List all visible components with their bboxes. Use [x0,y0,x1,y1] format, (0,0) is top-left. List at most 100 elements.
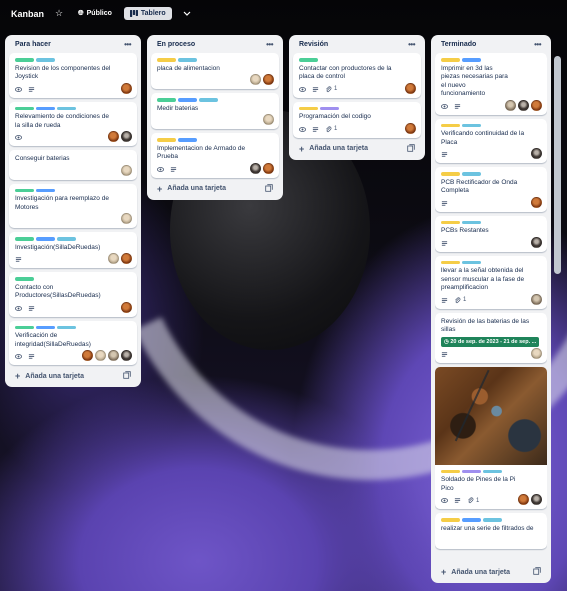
avatar[interactable] [405,82,416,94]
board-view-button[interactable]: Tablero [123,7,172,20]
avatar[interactable] [82,350,93,361]
more-icon[interactable]: ••• [124,40,131,49]
avatar[interactable] [250,162,261,174]
label-teal[interactable] [462,260,481,264]
avatar[interactable] [121,301,132,313]
label-green[interactable] [157,98,176,102]
template-icon[interactable] [265,183,273,194]
avatar[interactable] [505,99,516,111]
avatar[interactable] [121,350,132,361]
card[interactable]: realizar una serie de filtrados de [435,513,547,549]
label-yellow[interactable] [441,172,460,176]
more-icon[interactable]: ••• [408,40,415,49]
avatar[interactable] [531,347,542,359]
avatar[interactable] [531,494,542,505]
avatar[interactable] [108,350,119,361]
card[interactable]: Soldado de Pines de la Pi Pico 1 [435,366,547,509]
avatar[interactable] [405,122,416,134]
list-title[interactable]: Revisión [299,41,328,48]
card[interactable]: Verificación de integridad(SillaDeRuedas… [9,320,137,365]
list-title[interactable]: Para hacer [15,41,51,48]
card[interactable]: PCB Rectificador de Onda Completa [435,167,547,212]
label-blue[interactable] [178,98,197,102]
template-icon[interactable] [123,371,131,381]
card[interactable]: Revisión de las baterias de las sillas ◷ … [435,312,547,363]
card[interactable]: Investigación para reemplazo de Motores [9,183,137,228]
card[interactable]: Investigación(SillaDeRuedas) [9,232,137,268]
label-blue[interactable] [178,138,197,142]
list-title[interactable]: En proceso [157,41,195,48]
label-blue[interactable] [36,188,55,192]
label-teal[interactable] [178,58,197,62]
avatar[interactable] [263,114,274,125]
label-yellow[interactable] [441,58,460,62]
label-yellow[interactable] [441,518,460,522]
card[interactable]: Revision de los componentes del Joystick [9,53,137,98]
label-yellow[interactable] [441,260,460,264]
avatar[interactable] [518,494,529,505]
card[interactable]: placa de alimentacion [151,53,279,89]
label-teal[interactable] [36,58,55,62]
label-green[interactable] [15,277,34,281]
avatar[interactable] [263,74,274,85]
label-blue[interactable] [36,325,55,329]
label-teal[interactable] [57,237,76,241]
avatar[interactable] [121,253,132,264]
label-green[interactable] [15,237,34,241]
label-teal[interactable] [199,98,218,102]
label-teal[interactable] [462,220,481,224]
template-icon[interactable] [533,567,541,577]
card[interactable]: Contacto con Productores(SillasDeRuedas) [9,272,137,317]
avatar[interactable] [121,82,132,94]
due-date-badge[interactable]: ◷ 20 de sep. de 2023 - 21 de sep. ... [441,336,540,347]
avatar[interactable] [531,99,542,111]
label-green[interactable] [299,58,318,62]
visibility-button[interactable]: 🌐︎ Público [74,8,116,20]
chevron-down-icon[interactable] [180,7,194,21]
list-scrollbar[interactable] [554,56,561,274]
label-green[interactable] [15,58,34,62]
label-teal[interactable] [462,123,481,127]
card[interactable]: Contactar con productores de la placa de… [293,53,421,98]
avatar[interactable] [531,293,542,305]
label-teal[interactable] [57,106,76,110]
add-card-button[interactable]: + Añada una tarjeta [9,365,137,387]
label-purple[interactable] [320,106,339,110]
avatar[interactable] [121,164,132,176]
avatar[interactable] [531,148,542,159]
avatar[interactable] [531,236,542,248]
label-blue[interactable] [36,237,55,241]
avatar[interactable] [250,74,261,85]
label-teal[interactable] [483,518,502,522]
card[interactable]: llevar a la señal obtenida del sensor mu… [435,255,547,309]
add-card-button[interactable]: + Añada una tarjeta [293,138,421,160]
avatar[interactable] [121,131,132,142]
avatar[interactable] [108,131,119,142]
add-card-button[interactable]: + Añada una tarjeta [435,561,547,583]
label-teal[interactable] [483,469,502,473]
avatar[interactable] [263,162,274,174]
label-yellow[interactable] [157,58,176,62]
board-title[interactable]: Kanban [11,9,44,19]
card[interactable]: PCBs Restantes [435,215,547,252]
card[interactable]: Implementacion de Armado de Prueba [151,133,279,178]
list-title[interactable]: Terminado [441,41,476,48]
card[interactable]: Relevamiento de condiciones de la silla … [9,101,137,146]
label-yellow[interactable] [441,469,460,473]
card[interactable]: Medir baterias [151,93,279,129]
label-green[interactable] [15,188,34,192]
label-yellow[interactable] [299,106,318,110]
card[interactable]: Verificando continuidad de la Placa [435,118,547,163]
avatar[interactable] [108,253,119,264]
label-blue[interactable] [462,518,481,522]
label-blue[interactable] [462,58,481,62]
more-icon[interactable]: ••• [534,40,541,49]
label-green[interactable] [15,325,34,329]
label-yellow[interactable] [157,138,176,142]
card[interactable]: Imprimir en 3d las piezas necesarias par… [435,53,547,115]
star-icon[interactable]: ☆ [52,7,66,21]
card[interactable]: Conseguir baterias [9,150,137,180]
label-blue[interactable] [36,106,55,110]
add-card-button[interactable]: + Añada una tarjeta [151,178,279,200]
label-yellow[interactable] [441,123,460,127]
